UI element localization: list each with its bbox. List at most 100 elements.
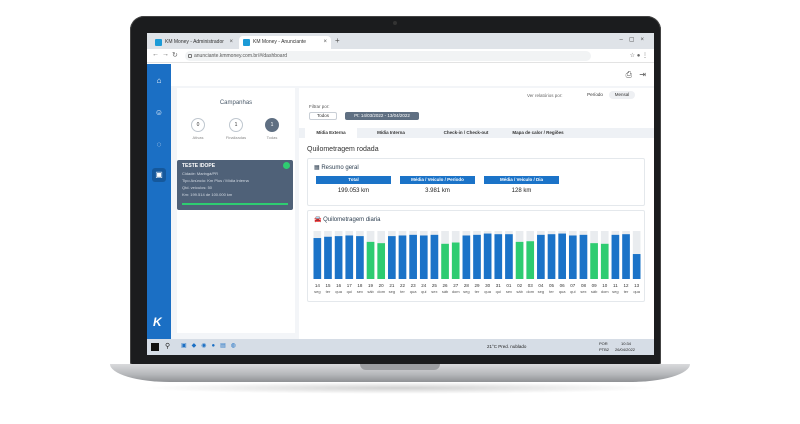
print-icon[interactable]: ⎙ [626, 70, 632, 80]
daily-title: 🚘 Quilometragem diaria [314, 217, 381, 223]
chart-bar[interactable] [494, 234, 503, 279]
chart-bar[interactable] [377, 243, 386, 279]
chart-bar[interactable] [547, 234, 556, 279]
browser-tab-anunciante[interactable]: KM Money - Anunciante × [239, 36, 331, 49]
chart-bar[interactable] [505, 234, 513, 279]
chart-bar[interactable] [568, 235, 577, 279]
stat-total-value: 199.053 km [337, 188, 370, 194]
browser-tab-admin[interactable]: KM Money - Administrador × [151, 36, 237, 49]
x-tick-day: 14 [315, 283, 321, 288]
side-navigation: ⌂ ☺ ◌ ▣ K [147, 64, 171, 339]
chart-bar[interactable] [324, 236, 332, 279]
chart-bar[interactable] [441, 243, 449, 279]
filter-todas-count[interactable]: 1 [265, 118, 279, 132]
x-tick-weekday: qua [335, 289, 342, 294]
chart-bar[interactable] [622, 234, 630, 279]
x-tick-weekday: sex [357, 289, 363, 294]
chart-bar[interactable] [537, 234, 545, 279]
media-tabs: Mídia Externa Mídia Interna Check-in / C… [299, 128, 654, 138]
lock-icon [188, 54, 192, 58]
chart-bar[interactable] [558, 233, 566, 279]
chart-bar[interactable] [334, 236, 343, 279]
x-tick-weekday: sáb [367, 289, 374, 294]
taskbar-apps-icon[interactable]: ▣◆◉●▤◍ [181, 342, 241, 349]
filter-ativas-count[interactable]: 0 [191, 118, 205, 132]
chart-bar[interactable] [451, 242, 460, 279]
tab-mapa-calor[interactable]: Mapa de calor / Regiões [503, 128, 573, 138]
x-tick-weekday: sáb [516, 289, 523, 294]
app-header: ⎙ ⇥ [171, 64, 654, 86]
x-tick-weekday: qui [570, 289, 575, 294]
filter-todos-button[interactable]: Todos [309, 112, 337, 120]
chart-bar[interactable] [473, 234, 481, 279]
logout-icon[interactable]: ⇥ [639, 70, 646, 79]
chart-bar[interactable] [462, 235, 471, 279]
chart-bar[interactable] [611, 234, 620, 279]
forward-icon[interactable]: → [162, 51, 169, 58]
periodo-toggle[interactable]: Período [584, 91, 606, 99]
tab-check-in-out[interactable]: Check-in / Check-out [435, 128, 497, 138]
new-tab-icon[interactable]: + [335, 36, 340, 45]
x-tick-day: 01 [506, 283, 512, 288]
laptop-notch [360, 364, 440, 370]
chart-bar[interactable] [526, 241, 535, 279]
x-tick-weekday: qui [421, 289, 426, 294]
chart-bar[interactable] [409, 234, 417, 279]
x-tick-day: 29 [474, 283, 480, 288]
x-tick-weekday: ter [475, 289, 480, 294]
dashboard-icon[interactable]: ▣ [154, 170, 164, 180]
reload-icon[interactable]: ↻ [172, 51, 178, 59]
close-tab-icon[interactable]: × [229, 36, 233, 49]
chart-bar[interactable] [632, 254, 641, 279]
x-tick-day: 05 [549, 283, 555, 288]
chart-bar[interactable] [515, 241, 524, 279]
chart-bar[interactable] [388, 236, 396, 279]
summary-panel: ▦ Resumo geral Total 199.053 km Média / … [307, 158, 645, 206]
chat-icon[interactable]: ◌ [154, 140, 164, 150]
filter-finalizadas-count[interactable]: 1 [229, 118, 243, 132]
date-range-button[interactable]: Pt: 14/03/2022 - 13/04/2022 [345, 112, 419, 120]
close-tab-icon[interactable]: × [323, 36, 327, 49]
tab-midia-interna[interactable]: Mídia Interna [365, 128, 417, 138]
chart-bar[interactable] [483, 233, 492, 279]
chart-bar[interactable] [313, 238, 322, 279]
x-tick-day: 30 [485, 283, 491, 288]
chart-bar[interactable] [590, 243, 598, 279]
windows-start-icon[interactable] [151, 343, 159, 351]
chart-bar[interactable] [419, 235, 428, 279]
chart-bar[interactable] [398, 235, 407, 279]
windows-taskbar: ⚲ ▣◆◉●▤◍ 21°C Pred. nublado POR PTB2 10:… [147, 339, 654, 355]
url-text: anunciante.kmmoney.com.br/#/dashboard [194, 53, 288, 59]
app: ⌂ ☺ ◌ ▣ K ⎙ ⇥ Campanhas 0 Ativas 1 Final… [147, 64, 654, 339]
x-tick-day: 31 [496, 283, 502, 288]
x-tick-weekday: qua [559, 289, 566, 294]
stat-media-dia-value: 128 km [511, 188, 532, 194]
taskbar-search-icon[interactable]: ⚲ [165, 342, 170, 350]
url-field[interactable]: anunciante.kmmoney.com.br/#/dashboard [185, 51, 591, 61]
browser-menu-icon[interactable]: ☆ ● ⋮ [630, 52, 648, 59]
chart-bar[interactable] [356, 236, 364, 279]
x-tick-day: 21 [389, 283, 395, 288]
campaign-card[interactable]: TESTE IDOPE Cidade: Maringá/PR Tipo Anún… [177, 160, 293, 210]
laptop-scene: KM Money - Administrador × KM Money - An… [0, 0, 800, 424]
window-controls[interactable]: –▢× [619, 36, 650, 43]
chart-bar[interactable] [345, 235, 354, 279]
x-tick-weekday: seg [389, 289, 395, 294]
user-icon[interactable]: ☺ [154, 108, 164, 118]
mensal-toggle[interactable]: Mensal [609, 91, 635, 99]
x-tick-day: 02 [517, 283, 523, 288]
tab-midia-externa[interactable]: Mídia Externa [305, 128, 357, 138]
filter-label: Filtrar por: [309, 104, 330, 109]
chart-bar[interactable] [430, 234, 439, 279]
chart-bar[interactable] [579, 234, 588, 279]
chart-bar[interactable] [600, 243, 609, 279]
back-icon[interactable]: ← [152, 51, 159, 58]
chart-bar[interactable] [366, 241, 375, 279]
home-icon[interactable]: ⌂ [154, 76, 164, 86]
laptop-shadow [140, 382, 660, 394]
address-bar: ← → ↻ anunciante.kmmoney.com.br/#/dashbo… [147, 49, 654, 63]
km-favicon-icon [243, 39, 250, 46]
campaigns-title: Campanhas [219, 100, 253, 106]
x-tick-weekday: qui [496, 289, 501, 294]
x-tick-day: 17 [347, 283, 353, 288]
